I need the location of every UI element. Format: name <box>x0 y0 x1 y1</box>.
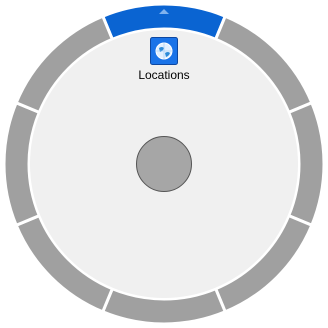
menu-item-label: Locations <box>138 68 190 82</box>
center-button[interactable] <box>136 136 192 192</box>
radial-menu: Locations <box>0 0 328 328</box>
menu-item-locations[interactable]: Locations <box>114 37 214 89</box>
globe-icon <box>150 37 178 65</box>
